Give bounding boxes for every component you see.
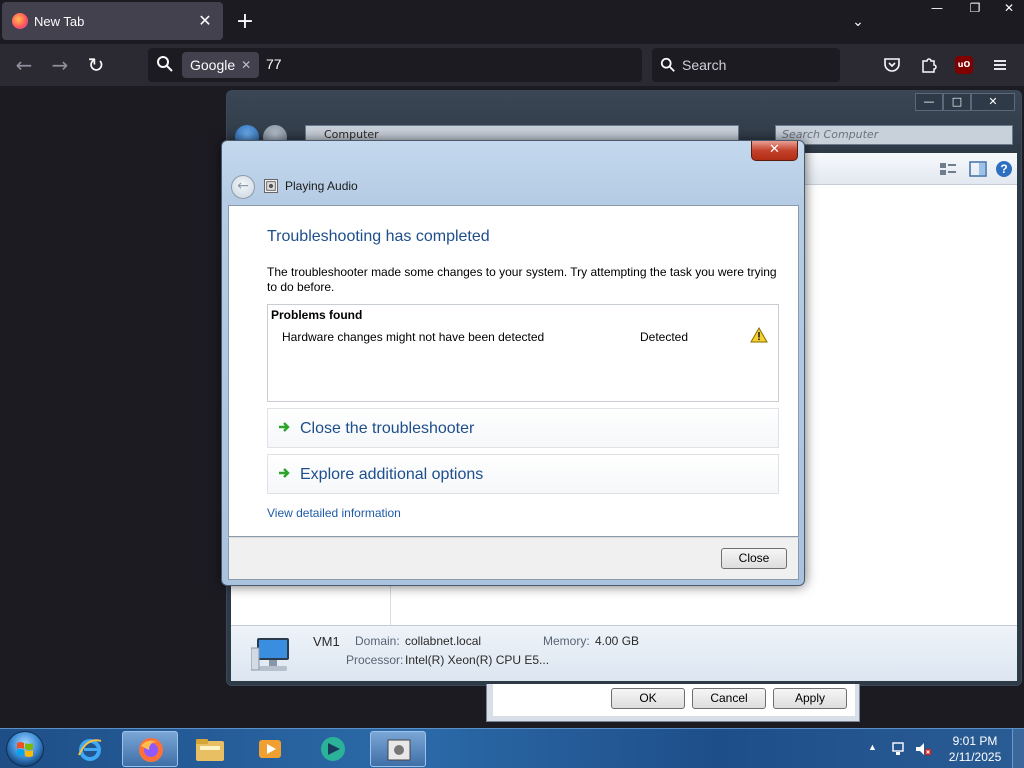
tab-new-tab[interactable]: New Tab ✕	[2, 2, 223, 40]
firefox-glyph	[139, 738, 163, 762]
ie-glyph	[78, 739, 102, 761]
show-desktop-button[interactable]	[1012, 729, 1024, 768]
search-icon	[660, 57, 675, 72]
troubleshooter-dialog: ✕ ← Playing Audio Troubleshooting has co…	[221, 140, 805, 586]
explorer-minimize-button[interactable]: —	[915, 93, 943, 111]
dialog-title: Playing Audio	[285, 179, 358, 193]
new-tab-button[interactable]: +	[233, 8, 257, 36]
internet-explorer-icon[interactable]	[62, 731, 118, 767]
processor-value: Intel(R) Xeon(R) CPU E5...	[405, 653, 550, 667]
firefox-icon[interactable]	[122, 731, 178, 767]
troubleshooter-content: Troubleshooting has completed The troubl…	[228, 205, 799, 537]
option-label: Close the troubleshooter	[300, 420, 475, 437]
svg-text:?: ?	[1000, 162, 1007, 176]
cancel-button[interactable]: Cancel	[692, 688, 766, 709]
extensions-icon[interactable]	[918, 54, 940, 76]
option-label: Explore additional options	[300, 466, 484, 483]
folder-glyph	[196, 739, 224, 761]
dialog-footer: Close	[228, 537, 799, 580]
network-icon[interactable]	[890, 741, 908, 757]
memory-label: Memory:	[543, 634, 590, 648]
close-troubleshooter-option[interactable]: Close the troubleshooter	[267, 408, 779, 448]
back-button[interactable]: ←	[10, 52, 38, 80]
firefox-favicon-icon	[12, 13, 28, 29]
processor-label: Processor:	[346, 653, 404, 667]
show-hidden-icons-button[interactable]: ▲	[868, 742, 877, 752]
windows-logo-icon	[17, 742, 33, 757]
dialog-close-icon[interactable]: ✕	[751, 141, 798, 161]
ok-button[interactable]: OK	[611, 688, 685, 709]
close-window-button[interactable]: ✕	[994, 0, 1024, 18]
url-bar[interactable]: Google ✕ 77	[148, 48, 642, 82]
completion-heading: Troubleshooting has completed	[267, 228, 490, 245]
close-button[interactable]: Close	[721, 548, 787, 569]
computer-name: VM1	[313, 634, 340, 649]
warning-icon	[750, 327, 768, 343]
problems-found-box: Problems found Hardware changes might no…	[267, 304, 779, 402]
green-arrow-icon	[279, 422, 290, 432]
tab-title: New Tab	[34, 13, 85, 29]
views-icon[interactable]	[939, 161, 957, 177]
media-glyph	[259, 740, 281, 758]
explore-options-option[interactable]: Explore additional options	[267, 454, 779, 494]
remove-engine-icon[interactable]: ✕	[241, 58, 251, 72]
minimize-button[interactable]: —	[918, 0, 956, 18]
volume-muted-icon[interactable]	[914, 741, 932, 757]
collabnet-app-icon[interactable]	[306, 731, 362, 767]
computer-icon	[251, 638, 289, 671]
domain-label: Domain:	[355, 634, 400, 648]
ublock-origin-icon[interactable]: uO	[955, 56, 973, 74]
problem-status: Detected	[640, 330, 689, 344]
properties-dialog-body: OK Cancel Apply	[493, 684, 855, 716]
domain-value: collabnet.local	[405, 634, 482, 648]
url-input-text[interactable]: 77	[266, 56, 282, 72]
pocket-icon[interactable]	[881, 54, 903, 76]
apply-button[interactable]: Apply	[773, 688, 847, 709]
search-placeholder: Search	[682, 57, 727, 73]
dialog-back-icon[interactable]: ←	[231, 175, 255, 199]
windows-explorer-icon[interactable]	[182, 731, 238, 767]
firefox-nav-bar: ← → ↻ Google ✕ 77 Search uO	[0, 44, 1024, 86]
explorer-maximize-button[interactable]: □	[943, 93, 971, 111]
completion-description: The troubleshooter made some changes to …	[267, 265, 777, 294]
reload-button[interactable]: ↻	[82, 52, 110, 80]
search-icon	[157, 56, 173, 72]
problems-found-header: Problems found	[271, 308, 363, 322]
memory-value: 4.00 GB	[595, 634, 640, 648]
list-all-tabs-icon[interactable]: ⌄	[846, 10, 870, 34]
search-bar[interactable]: Search	[652, 48, 840, 82]
troubleshooter-icon[interactable]	[370, 731, 426, 767]
explorer-search-field[interactable]: Search Computer	[775, 125, 1013, 145]
explorer-window-controls: — □ ✕	[915, 93, 1015, 111]
view-detailed-information-link[interactable]: View detailed information	[267, 506, 401, 520]
taskbar: ▲ 9:01 PM 2/11/2025	[0, 728, 1024, 768]
tab-close-icon[interactable]: ✕	[197, 11, 213, 31]
search-engine-chip[interactable]: Google ✕	[182, 52, 260, 78]
circle-arrow-glyph	[321, 737, 345, 761]
explorer-details-pane: VM1 Domain: collabnet.local Memory: 4.00…	[231, 625, 1017, 681]
green-arrow-icon	[279, 468, 290, 478]
media-player-icon[interactable]	[242, 731, 298, 767]
problem-name: Hardware changes might not have been det…	[282, 330, 545, 344]
clock-time[interactable]: 9:01 PM	[940, 734, 1010, 748]
explorer-close-button[interactable]: ✕	[971, 93, 1015, 111]
firefox-window-controls: — ❐ ✕	[918, 0, 1024, 18]
firefox-tab-bar: New Tab ✕ + ⌄ — ❐ ✕	[0, 0, 1024, 44]
troubleshooter-glyph	[387, 739, 411, 761]
properties-dialog: OK Cancel Apply	[486, 684, 860, 722]
preview-pane-icon[interactable]	[969, 161, 987, 177]
clock-date[interactable]: 2/11/2025	[940, 750, 1010, 764]
forward-button[interactable]: →	[46, 52, 74, 80]
start-button[interactable]	[6, 731, 44, 767]
help-icon[interactable]: ?	[995, 160, 1013, 178]
menu-icon[interactable]	[989, 54, 1011, 76]
troubleshooter-title-icon	[264, 179, 278, 193]
restore-button[interactable]: ❐	[956, 0, 994, 18]
search-engine-label: Google	[190, 57, 236, 73]
